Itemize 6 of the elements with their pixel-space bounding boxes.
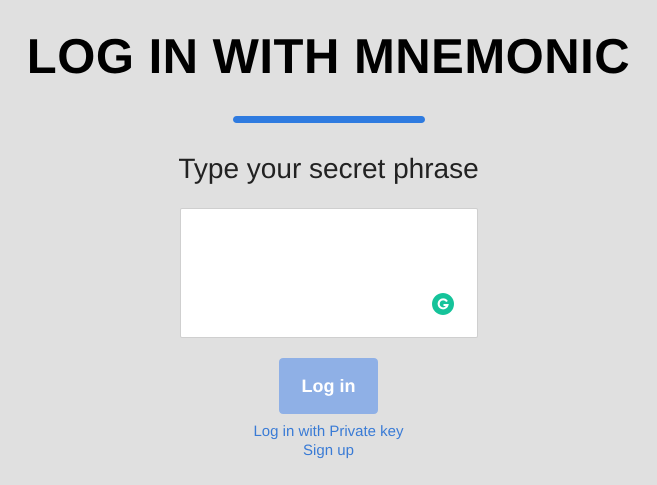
grammar-assistant-icon[interactable] <box>430 292 454 316</box>
text-link[interactable]: Log in with Private key <box>253 422 404 441</box>
text-link[interactable]: Sign up <box>303 441 354 460</box>
phrase-field[interactable] <box>180 208 478 338</box>
subtitle: Type your secret phrase <box>178 152 479 186</box>
page-title: LOG IN WITH MNEMONIC <box>26 30 630 84</box>
